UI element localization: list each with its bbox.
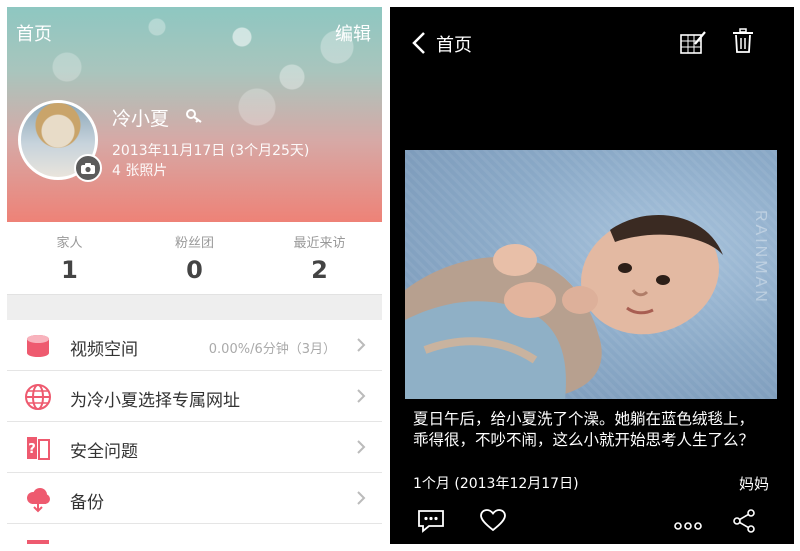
stat-family[interactable]: 家人 1 [7, 222, 132, 294]
photo-date: 1个月 (2013年12月17日) [413, 476, 579, 492]
chevron-right-icon [356, 439, 366, 459]
menu-item-security-question[interactable]: ? 安全问题 [7, 422, 382, 473]
watermark: RAINMAN [752, 210, 769, 305]
stat-value: 0 [186, 256, 203, 284]
key-icon[interactable] [185, 108, 203, 128]
storage-icon [23, 332, 53, 360]
photo-detail-screen: 首页 RAINMAN 夏日午后，给小夏洗了个澡。她躺在蓝色绒毯上，乖得很，不吵不… [390, 7, 794, 544]
edit-icon[interactable] [679, 29, 707, 59]
back-button[interactable]: 首页 [16, 20, 52, 46]
chevron-right-icon [356, 388, 366, 408]
action-bar [390, 507, 794, 537]
list-icon [23, 536, 53, 544]
comment-icon[interactable] [417, 509, 445, 537]
edit-button[interactable]: 编辑 [335, 20, 371, 46]
menu-item-custom-url[interactable]: 为冷小夏选择专属网址 [7, 371, 382, 422]
profile-name: 冷小夏 [112, 108, 170, 130]
profile-header: 首页 编辑 冷小夏 2013年11月17日 (3个月25天) 4 张照片 [7, 7, 382, 222]
settings-menu: 视频空间 0.00%/6分钟（3月） 为冷小夏选择专属网址 ? 安全问题 备份 [7, 320, 382, 544]
menu-item-video-space[interactable]: 视频空间 0.00%/6分钟（3月） [7, 320, 382, 371]
photo-author: 妈妈 [738, 475, 769, 493]
stat-fans[interactable]: 粉丝团 0 [132, 222, 257, 294]
stat-value: 2 [311, 256, 328, 284]
profile-screen: 首页 编辑 冷小夏 2013年11月17日 (3个月25天) 4 张照片 家人 … [7, 7, 382, 544]
chevron-left-icon[interactable] [412, 31, 426, 59]
trash-icon[interactable] [732, 28, 754, 58]
back-button[interactable]: 首页 [436, 31, 472, 57]
svg-text:?: ? [28, 442, 36, 457]
more-icon[interactable] [674, 515, 702, 534]
stats-bar: 家人 1 粉丝团 0 最近来访 2 [7, 222, 382, 294]
stat-label: 最近来访 [293, 236, 346, 251]
security-question-icon: ? [23, 434, 53, 462]
chevron-right-icon [356, 337, 366, 357]
heart-icon[interactable] [480, 509, 506, 537]
share-icon[interactable] [732, 509, 756, 537]
menu-label: 为冷小夏选择专属网址 [70, 391, 240, 411]
menu-label: 备份 [70, 493, 104, 513]
menu-label: 视频空间 [70, 340, 138, 360]
camera-icon[interactable] [74, 154, 102, 182]
photo-caption: 夏日午后，给小夏洗了个澡。她躺在蓝色绒毯上，乖得很，不吵不闹，这么小就开始思考人… [413, 410, 755, 449]
cloud-backup-icon [23, 485, 53, 513]
stat-label: 粉丝团 [174, 236, 214, 251]
globe-icon [23, 383, 53, 411]
stat-recent-visitors[interactable]: 最近来访 2 [257, 222, 382, 294]
photo-count: 4 张照片 [112, 163, 168, 179]
menu-label: 安全问题 [70, 442, 138, 462]
menu-item-partial[interactable] [7, 524, 382, 544]
menu-value: 0.00%/6分钟（3月） [208, 342, 336, 357]
baby-photo[interactable]: RAINMAN [405, 150, 777, 399]
section-divider [7, 294, 382, 320]
profile-birthdate: 2013年11月17日 (3个月25天) [112, 143, 310, 159]
stat-label: 家人 [56, 236, 83, 251]
stat-value: 1 [61, 256, 78, 284]
chevron-right-icon [356, 490, 366, 510]
menu-item-backup[interactable]: 备份 [7, 473, 382, 524]
